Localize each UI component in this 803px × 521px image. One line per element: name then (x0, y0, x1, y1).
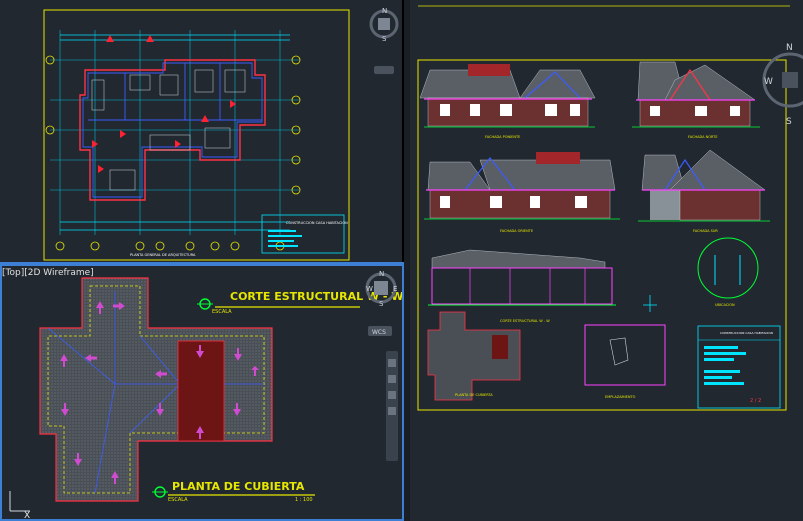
sheet-title-block-text: CONSTRUCCION CASA HABITACION (720, 331, 773, 335)
layout-sheet-drawing: FACHADA PONIENTE FACHADA NORTE FACHADA O… (417, 5, 790, 411)
nav-pan-icon[interactable] (388, 359, 396, 367)
compass-right-s-label: S (786, 117, 792, 127)
site-plan-label: EMPLAZAMIENTO (605, 395, 636, 399)
svg-text:N: N (382, 7, 387, 15)
nav-orbit-icon[interactable] (388, 391, 396, 399)
ucs-icon: X (24, 511, 30, 521)
roof-scale-value: 1 : 100 (295, 497, 313, 503)
sheet-title-block: CONSTRUCCION CASA HABITACION 2 / 2 (697, 325, 781, 409)
roof-plan-small: PLANTA DE CUBIERTA (427, 311, 521, 401)
nav-showmotion-icon[interactable] (388, 407, 396, 415)
elevation-west-label: FACHADA PONIENTE (485, 135, 520, 139)
site-plan: EMPLAZAMIENTO (584, 324, 666, 399)
location-label: UBICACION (715, 303, 735, 307)
sheet-number: 2 / 2 (750, 398, 761, 404)
viewcube-compass-right[interactable]: N W S (760, 30, 803, 130)
plan-title-block-text: CONSTRUCCION CASA HABITACION (286, 221, 348, 225)
elevation-west: FACHADA PONIENTE (419, 64, 596, 139)
location-plan: UBICACION (697, 237, 759, 307)
compass-right-n-label: N (786, 43, 793, 53)
compass-n-label: N (379, 270, 384, 278)
view-label[interactable]: [Top][2D Wireframe] (2, 268, 94, 278)
navigation-bar[interactable] (386, 351, 398, 461)
roof-plan-drawing: CORTE ESTRUCTURAL W - W ESCALA PLANTA DE… (9, 277, 402, 521)
compass-right-w-label: W (764, 77, 773, 87)
viewport-divider-vertical[interactable] (404, 0, 410, 521)
svg-text:S: S (382, 35, 387, 43)
north-arrow-icon (643, 295, 657, 312)
floor-plan-drawing: CONSTRUCCION CASA HABITACION PLANTA GENE… (43, 9, 350, 261)
section-label: CORTE ESTRUCTURAL W - W (500, 319, 550, 323)
elevation-east-label: FACHADA ORIENTE (500, 229, 533, 233)
viewcube-compass[interactable]: N S (368, 4, 400, 74)
compass-w-label: W (366, 285, 373, 293)
compass-s-label: S (379, 300, 384, 308)
elevation-south-label: FACHADA SUR (693, 229, 718, 233)
viewcube-compass-bottom[interactable]: N W E S WCS (362, 266, 400, 338)
elevation-north: FACHADA NORTE (632, 61, 760, 139)
section-scale-label: ESCALA (212, 309, 232, 315)
viewport-divider-horizontal[interactable] (0, 262, 404, 266)
viewport-floor-plan[interactable]: CONSTRUCCION CASA HABITACION PLANTA GENE… (0, 0, 402, 262)
roof-plan-small-label: PLANTA DE CUBIERTA (455, 393, 493, 397)
viewport-layout-sheet[interactable]: FACHADA PONIENTE FACHADA NORTE FACHADA O… (410, 0, 803, 521)
elevation-north-label: FACHADA NORTE (688, 135, 718, 139)
elevation-south: FACHADA SUR (638, 149, 770, 233)
roof-scale-label: ESCALA (168, 497, 188, 503)
roof-title: PLANTA DE CUBIERTA (172, 480, 305, 493)
wcs-label[interactable]: WCS (372, 329, 386, 336)
elevation-east: FACHADA ORIENTE (424, 152, 620, 233)
viewport-roof-plan[interactable]: [Top][2D Wireframe] CORTE ESTRUCTURAL W … (0, 266, 402, 521)
plan-title: PLANTA GENERAL DE ARQUITECTURA (130, 253, 196, 257)
compass-e-label: E (393, 285, 397, 293)
nav-zoom-icon[interactable] (388, 375, 396, 383)
